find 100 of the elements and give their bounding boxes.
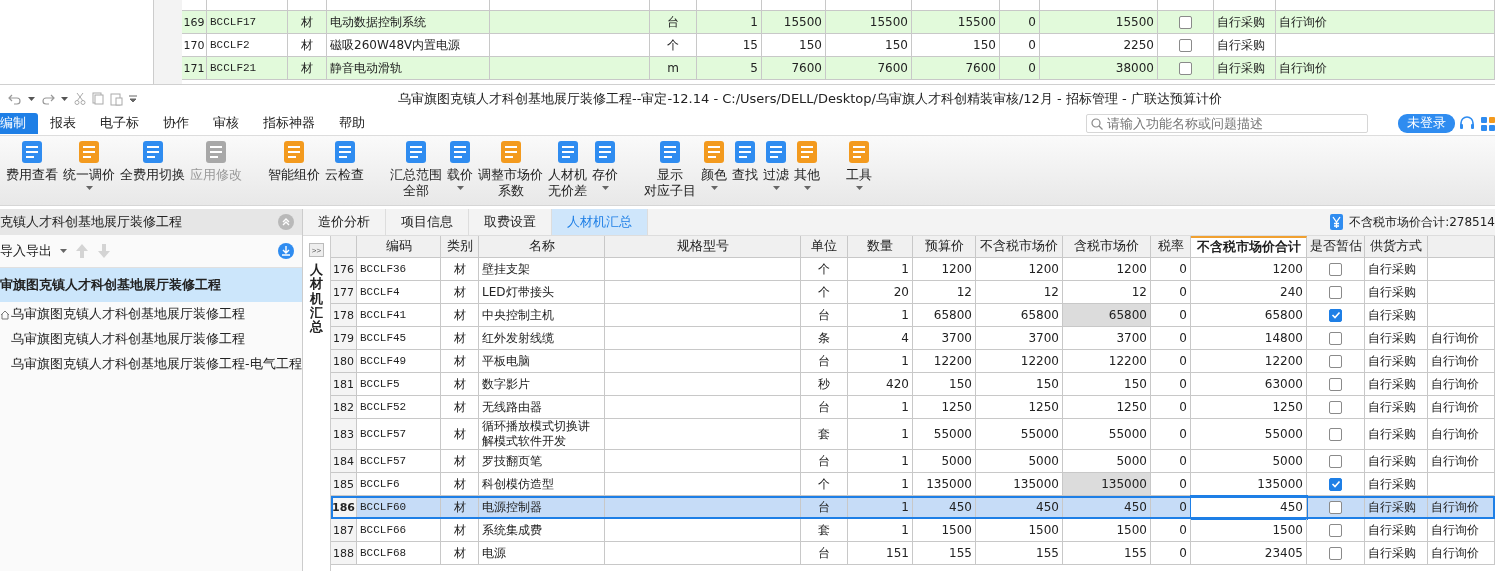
table-row[interactable]: 188 BCCLF68 材 电源 台 151 155 155 155 0 23405 自行采购 自行询价	[331, 542, 1495, 565]
toolbar-button[interactable]: 过滤	[761, 140, 791, 190]
checkbox[interactable]	[1329, 427, 1342, 441]
checkbox[interactable]	[1329, 523, 1342, 537]
column-header[interactable]: 规格型号	[605, 236, 801, 258]
tree-item[interactable]: 乌审旗图克镇人才科创基地展厅装修工程-电气工程	[11, 356, 302, 373]
copy-icon[interactable]	[92, 92, 104, 105]
table-cell: 135000	[926, 477, 972, 491]
dropdown-caret-icon[interactable]	[60, 249, 67, 253]
tree-item[interactable]: 审旗图克镇人才科创基地展厅装修工程	[0, 268, 302, 302]
checkbox[interactable]	[1329, 285, 1342, 299]
content-tab[interactable]: 造价分析	[303, 209, 386, 235]
table-row[interactable]: 182 BCCLF52 材 无线路由器 台 1 1250 1250 1250 0 1250 自行采购 自行询价	[331, 396, 1495, 419]
column-header[interactable]: 含税市场价	[1063, 236, 1151, 258]
redo-icon[interactable]	[41, 92, 55, 105]
table-cell: 2250	[1123, 38, 1154, 52]
column-header[interactable]: 数量	[848, 236, 913, 258]
dropdown-caret-icon[interactable]	[28, 96, 35, 101]
toolbar-button[interactable]: 其他	[792, 140, 822, 190]
customize-caret-icon[interactable]	[129, 94, 137, 103]
toolbar-button[interactable]: 查找	[730, 140, 760, 183]
toolbar-button[interactable]: 调整市场价 系数	[476, 140, 545, 199]
row-number: 188	[331, 542, 357, 565]
toolbar-button[interactable]: 载价	[445, 140, 475, 190]
search-field[interactable]: 请输入功能名称或问题描述	[1086, 114, 1368, 133]
menu-tab[interactable]: 审核	[201, 113, 251, 134]
column-header[interactable]: 编码	[357, 236, 441, 258]
undo-icon[interactable]	[8, 92, 22, 105]
menu-tab[interactable]: 帮助	[327, 113, 377, 134]
column-header[interactable]: 供货方式	[1365, 236, 1428, 258]
tree-item[interactable]: 乌审旗图克镇人才科创基地展厅装修工程	[11, 306, 245, 323]
checkbox[interactable]	[1179, 15, 1192, 29]
column-header[interactable]: 不含税市场价合计	[1191, 236, 1307, 258]
tree-item[interactable]: 乌审旗图克镇人才科创基地展厅装修工程	[11, 331, 245, 348]
table-cell: BCCLF5	[360, 376, 400, 392]
table-row[interactable]: 183 BCCLF57 材 循环播放模式切换讲解模式软件开发 套 1 55000 55000 55000 0 55000 自行采购 自行询价	[331, 419, 1495, 450]
table-cell: 自行采购	[1368, 353, 1416, 369]
table-cell: 14800	[1264, 331, 1303, 345]
menu-tab[interactable]: 报表	[38, 113, 88, 134]
checkbox[interactable]	[1329, 377, 1342, 391]
column-header[interactable]: 类别	[441, 236, 479, 258]
menu-tab[interactable]: 编制	[0, 113, 38, 134]
toolbar-button[interactable]: 工具	[844, 140, 874, 190]
table-row[interactable]: 179 BCCLF45 材 红外发射线缆 条 4 3700 3700 3700 0 14800 自行采购 自行询价	[331, 327, 1495, 350]
table-row[interactable]: 177 BCCLF4 材 LED灯带接头 个 20 12 12 12 0 240 自行采购	[331, 281, 1495, 304]
checkbox[interactable]	[1329, 546, 1342, 560]
collapse-icon[interactable]	[278, 214, 294, 230]
column-header[interactable]: 不含税市场价	[976, 236, 1063, 258]
checkbox[interactable]	[1329, 354, 1342, 368]
toolbar-button[interactable]: 存价	[590, 140, 620, 190]
download-icon[interactable]	[278, 243, 294, 259]
toolbar-button[interactable]: 汇总范围 全部	[388, 140, 444, 199]
table-cell: 自行采购	[1368, 399, 1416, 415]
import-export-menu[interactable]: 导入导出	[0, 242, 52, 260]
apps-grid-icon[interactable]	[1481, 116, 1495, 131]
checkbox[interactable]	[1329, 262, 1342, 276]
checkbox[interactable]	[1329, 331, 1342, 345]
toolbar-button[interactable]: 颜色	[699, 140, 729, 190]
toolbar-button[interactable]: 全费用切换	[118, 140, 187, 183]
table-cell: 1	[901, 500, 909, 514]
checkbox[interactable]	[1329, 308, 1342, 322]
column-header[interactable]: 名称	[479, 236, 605, 258]
cut-icon[interactable]	[74, 92, 86, 105]
menu-tab[interactable]: 协作	[151, 113, 201, 134]
content-tab[interactable]: 项目信息	[386, 209, 469, 235]
checkbox[interactable]	[1329, 400, 1342, 414]
toolbar-button[interactable]: 人材机 无价差	[546, 140, 589, 199]
column-header[interactable]: 预算价	[913, 236, 976, 258]
table-cell: 0	[1179, 308, 1187, 322]
toolbar-button[interactable]: 智能组价	[266, 140, 322, 183]
table-row[interactable]: 186 BCCLF60 材 电源控制器 台 1 450 450 450 0 450 自行采购 自行询价	[331, 496, 1495, 519]
table-row[interactable]: 187 BCCLF66 材 系统集成费 套 1 1500 1500 1500 0 1500 自行采购 自行询价	[331, 519, 1495, 542]
toolbar-button[interactable]: 云检查	[323, 140, 366, 183]
document-icon	[795, 140, 819, 164]
table-row[interactable]: 181 BCCLF5 材 数字影片 秒 420 150 150 150 0 63000 自行采购 自行询价	[331, 373, 1495, 396]
expand-button[interactable]: >>	[309, 243, 324, 257]
dropdown-caret-icon[interactable]	[61, 96, 68, 101]
toolbar-button[interactable]: 费用查看	[4, 140, 60, 183]
checkbox[interactable]	[1329, 477, 1342, 491]
paste-icon[interactable]	[110, 91, 123, 106]
column-header[interactable]: 单位	[801, 236, 848, 258]
headset-icon[interactable]	[1459, 115, 1475, 132]
table-cell: BCCLF41	[360, 307, 407, 323]
checkbox[interactable]	[1179, 61, 1192, 75]
column-header[interactable]: 是否暂估	[1307, 236, 1365, 258]
table-row[interactable]: 178 BCCLF41 材 中央控制主机 台 1 65800 65800 65800 0 65800 自行采购	[331, 304, 1495, 327]
checkbox[interactable]	[1329, 454, 1342, 468]
checkbox[interactable]	[1329, 500, 1342, 514]
checkbox[interactable]	[1179, 38, 1192, 52]
table-row[interactable]: 180 BCCLF49 材 平板电脑 台 1 12200 12200 12200 0 12200 自行采购 自行询价	[331, 350, 1495, 373]
table-cell: 罗技翻页笔	[482, 453, 542, 469]
menu-tab[interactable]: 电子标	[88, 113, 151, 134]
menu-tab[interactable]: 指标神器	[251, 113, 327, 134]
toolbar-button[interactable]: 统一调价	[61, 140, 117, 190]
table-row[interactable]: 176 BCCLF36 材 壁挂支架 个 1 1200 1200 1200 0 1200 自行采购	[331, 258, 1495, 281]
table-cell: BCCLF6	[360, 476, 400, 492]
table-cell: 台	[667, 13, 679, 31]
toolbar-button[interactable]: 显示 对应子目	[642, 140, 698, 199]
table-row[interactable]: 184 BCCLF57 材 罗技翻页笔 台 1 5000 5000 5000 0 5000 自行采购 自行询价	[331, 450, 1495, 473]
table-cell: 磁吸260W48V内置电源	[330, 36, 461, 54]
